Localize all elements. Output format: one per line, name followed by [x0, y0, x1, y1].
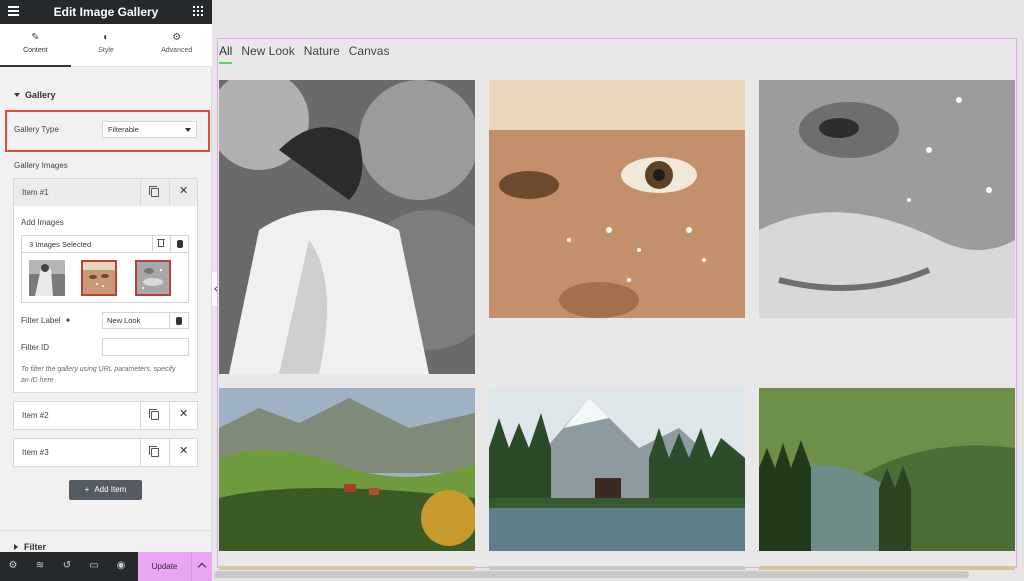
eye-icon: ◉ — [116, 560, 126, 571]
editor-panel: Edit Image Gallery ✎ Content ◐ Style ⚙ A… — [0, 0, 212, 581]
tab-content-label: Content — [23, 47, 48, 54]
close-icon: ✕ — [179, 185, 189, 197]
thumbnail[interactable] — [29, 260, 65, 296]
caret-right-icon — [14, 544, 18, 550]
images-selected-count: 3 Images Selected — [29, 240, 92, 249]
panel-title: Edit Image Gallery — [53, 5, 159, 19]
close-icon: ✕ — [179, 408, 189, 420]
database-icon — [177, 240, 183, 248]
plus-icon: + — [84, 485, 90, 494]
add-item-button[interactable]: + Add Item — [69, 480, 142, 500]
gallery-image[interactable] — [219, 566, 475, 570]
tab-content[interactable]: ✎ Content — [0, 24, 71, 67]
filter-label-caption: Filter Label ✦ — [21, 316, 71, 325]
repeater-item-3[interactable]: Item #3 ✕ — [13, 438, 198, 467]
caret-down-icon — [14, 93, 20, 97]
filter-id-input[interactable] — [102, 338, 189, 356]
duplicate-button[interactable] — [140, 179, 169, 206]
repeater-item-1[interactable]: Item #1 ✕ — [13, 178, 198, 207]
add-images-label: Add Images — [21, 218, 64, 227]
tab-style-label: Style — [98, 47, 114, 54]
section-gallery-title: Gallery — [25, 90, 56, 100]
database-icon — [176, 317, 182, 325]
panel-header: Edit Image Gallery — [0, 0, 212, 24]
widgets-grid-icon[interactable] — [193, 6, 203, 16]
ai-sparkle-icon[interactable]: ✦ — [65, 316, 72, 325]
gallery-image[interactable] — [489, 80, 745, 318]
gallery-image[interactable] — [219, 388, 475, 551]
thumbnail-selected[interactable] — [81, 260, 117, 296]
filter-new-look[interactable]: New Look — [241, 44, 294, 64]
pencil-icon: ✎ — [31, 32, 40, 43]
navigator-button[interactable]: ≋ — [27, 552, 54, 581]
gallery-image[interactable] — [759, 388, 1015, 551]
tab-advanced-label: Advanced — [161, 47, 193, 54]
gallery-image[interactable] — [489, 388, 745, 551]
panel-tabs: ✎ Content ◐ Style ⚙ Advanced — [0, 24, 212, 67]
layers-icon: ≋ — [35, 560, 45, 571]
filter-label-text: Filter Label — [21, 316, 61, 325]
filter-id-label: Filter ID — [21, 343, 49, 352]
gallery-image[interactable] — [489, 566, 745, 570]
gear-icon: ⚙ — [172, 32, 182, 43]
gallery-images-label: Gallery Images — [14, 161, 68, 170]
close-icon: ✕ — [179, 445, 189, 457]
trash-icon — [158, 240, 164, 247]
gallery-type-label: Gallery Type — [14, 125, 59, 134]
half-circle-icon: ◐ — [102, 32, 110, 43]
filter-label-input[interactable]: New Look — [102, 312, 170, 329]
save-options-button[interactable] — [191, 552, 212, 581]
filter-id-hint: To filter the gallery using URL paramete… — [21, 366, 176, 384]
item-title: Item #1 — [22, 188, 49, 197]
gear-icon: ⚙ — [8, 560, 18, 571]
section-filter-title: Filter — [24, 542, 47, 552]
filter-all[interactable]: All — [219, 44, 233, 64]
gallery-type-value: Filterable — [108, 125, 139, 134]
responsive-mode-button[interactable]: ▭ — [81, 552, 108, 581]
dynamic-tags-button[interactable] — [170, 236, 189, 252]
gallery-filter-bar: All New Look Nature Canvas — [219, 44, 389, 64]
preview-button[interactable]: ◉ — [108, 552, 135, 581]
filter-label-dynamic-button[interactable] — [170, 312, 189, 329]
copy-icon — [149, 186, 159, 197]
horizontal-scrollbar[interactable] — [214, 571, 969, 578]
filter-canvas[interactable]: Canvas — [349, 44, 390, 64]
copy-icon — [149, 409, 159, 420]
remove-button[interactable]: ✕ — [169, 439, 197, 466]
gallery-image[interactable] — [219, 80, 475, 374]
settings-button[interactable]: ⚙ — [0, 552, 27, 581]
update-button[interactable]: Update — [138, 552, 191, 581]
section-gallery-toggle[interactable]: Gallery — [14, 90, 56, 100]
remove-button[interactable]: ✕ — [169, 179, 197, 206]
panel-footer: ⚙ ≋ ↺ ▭ ◉ Update — [0, 552, 212, 581]
item-title: Item #2 — [22, 411, 49, 420]
duplicate-button[interactable] — [140, 439, 169, 466]
gallery-type-select[interactable]: Filterable — [102, 121, 197, 138]
chevron-up-icon — [197, 562, 207, 572]
filter-nature[interactable]: Nature — [304, 44, 340, 64]
copy-icon — [149, 446, 159, 457]
tab-style[interactable]: ◐ Style — [71, 24, 142, 66]
duplicate-button[interactable] — [140, 402, 169, 429]
remove-button[interactable]: ✕ — [169, 402, 197, 429]
gallery-control-bar[interactable]: 3 Images Selected — [21, 235, 189, 253]
clear-images-button[interactable] — [152, 236, 170, 252]
gallery-image[interactable] — [759, 566, 1015, 570]
chevron-down-icon — [185, 128, 191, 132]
tab-advanced[interactable]: ⚙ Advanced — [141, 24, 212, 66]
repeater-item-2[interactable]: Item #2 ✕ — [13, 401, 198, 430]
history-icon: ↺ — [62, 560, 72, 571]
add-item-label: Add Item — [94, 485, 127, 494]
thumbnail-selected[interactable] — [135, 260, 171, 296]
responsive-icon: ▭ — [89, 560, 99, 571]
section-filter-toggle[interactable]: Filter — [0, 530, 212, 552]
history-button[interactable]: ↺ — [54, 552, 81, 581]
gallery-image[interactable] — [759, 80, 1015, 318]
item-title: Item #3 — [22, 448, 49, 457]
gallery-thumbnails[interactable] — [21, 253, 189, 303]
